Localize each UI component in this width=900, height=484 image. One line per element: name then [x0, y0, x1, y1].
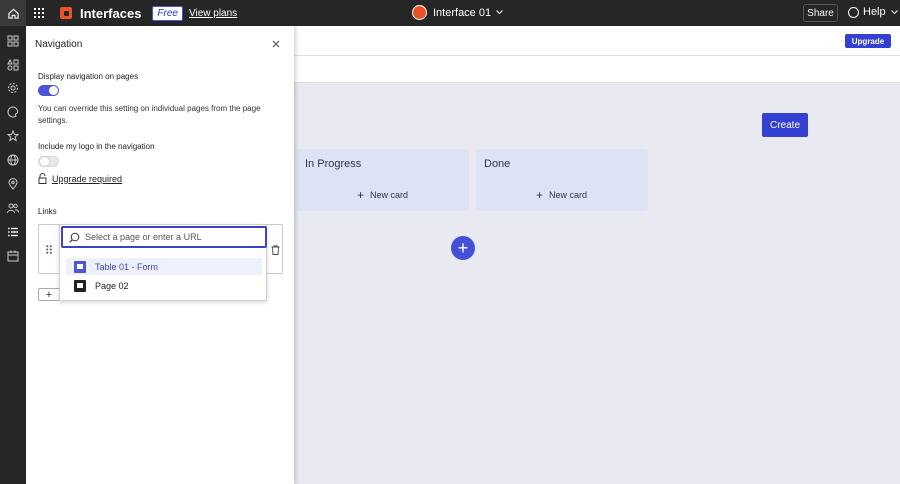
display-navigation-label: Display navigation on pages	[38, 72, 139, 81]
calendar-icon[interactable]	[7, 250, 19, 262]
lock-icon	[38, 173, 47, 184]
page-search-field[interactable]	[61, 226, 267, 248]
apps-grid-button[interactable]	[26, 0, 52, 26]
home-icon	[7, 8, 19, 19]
page-search-input[interactable]	[85, 232, 255, 242]
users-icon[interactable]	[7, 202, 19, 214]
top-bar: Interfaces Free View plans Interface 01 …	[0, 0, 900, 26]
kanban-column-done: Done + New card	[476, 149, 648, 211]
search-icon	[69, 232, 80, 243]
page-picker-dropdown: Table 01 - Form Page 02	[59, 224, 267, 301]
option-label: Table 01 - Form	[95, 261, 159, 272]
new-card-button[interactable]: + New card	[357, 188, 408, 202]
brand[interactable]: Interfaces	[60, 6, 141, 21]
add-column-button[interactable]: +	[451, 236, 475, 260]
upgrade-required-row[interactable]: Upgrade required	[38, 173, 122, 184]
navigation-list-icon[interactable]	[7, 226, 19, 238]
upgrade-banner	[294, 26, 900, 56]
close-icon[interactable]	[270, 38, 282, 50]
include-logo-toggle[interactable]	[38, 156, 59, 167]
settings-icon[interactable]	[7, 82, 19, 94]
toggle-knob	[40, 157, 49, 166]
upgrade-required-link: Upgrade required	[52, 173, 123, 184]
column-title: Done	[484, 158, 511, 170]
new-card-label: New card	[370, 190, 409, 200]
create-button[interactable]: Create	[762, 113, 808, 137]
grid-icon	[34, 8, 44, 18]
links-label: Links	[38, 207, 57, 216]
chevron-down-icon	[890, 9, 898, 14]
panel-title: Navigation	[35, 39, 83, 50]
new-card-label: New card	[549, 190, 588, 200]
plus-icon: +	[457, 237, 469, 258]
new-card-button[interactable]: + New card	[536, 188, 587, 202]
option-label: Page 02	[95, 280, 129, 291]
drag-handle-icon[interactable]	[46, 245, 52, 254]
plus-icon: +	[357, 188, 365, 202]
globe-icon[interactable]	[7, 154, 19, 166]
plus-icon: +	[45, 288, 53, 301]
page-tab-strip	[294, 56, 900, 83]
page-icon	[74, 260, 86, 273]
interface-logo-icon	[412, 5, 427, 20]
column-title: In Progress	[305, 158, 362, 170]
elements-icon[interactable]	[7, 59, 19, 71]
interface-name: Interface 01	[433, 6, 492, 19]
chevron-down-icon	[496, 10, 503, 15]
dropdown-option-page-02[interactable]: Page 02	[66, 277, 262, 294]
help-menu[interactable]: Help	[848, 6, 898, 18]
add-link-button[interactable]: +	[38, 288, 60, 301]
trash-icon[interactable]	[271, 245, 280, 255]
palette-icon[interactable]	[7, 106, 19, 118]
plan-badge: Free	[152, 5, 183, 21]
plus-icon: +	[536, 188, 544, 202]
view-plans-link[interactable]: View plans	[189, 8, 237, 19]
override-description: You can override this setting on individ…	[38, 104, 261, 125]
brand-name: Interfaces	[80, 5, 142, 21]
kanban-column-in-progress: In Progress + New card	[297, 149, 469, 211]
page-icon	[74, 279, 86, 292]
include-logo-label: Include my logo in the navigation	[38, 142, 155, 151]
share-button[interactable]: Share	[803, 4, 838, 22]
left-rail	[0, 26, 26, 484]
upgrade-button[interactable]: Upgrade	[845, 34, 891, 48]
brand-logo-icon	[60, 7, 72, 19]
help-label: Help	[863, 6, 886, 18]
help-icon	[848, 6, 859, 18]
home-button[interactable]	[0, 0, 26, 26]
layout-icon[interactable]	[7, 35, 19, 47]
display-navigation-toggle[interactable]	[38, 85, 59, 96]
interface-switcher[interactable]: Interface 01	[412, 5, 503, 20]
toggle-knob	[49, 86, 58, 95]
star-icon[interactable]	[7, 130, 19, 142]
location-pin-icon[interactable]	[7, 178, 19, 190]
dropdown-option-table-01-form[interactable]: Table 01 - Form	[66, 258, 262, 275]
